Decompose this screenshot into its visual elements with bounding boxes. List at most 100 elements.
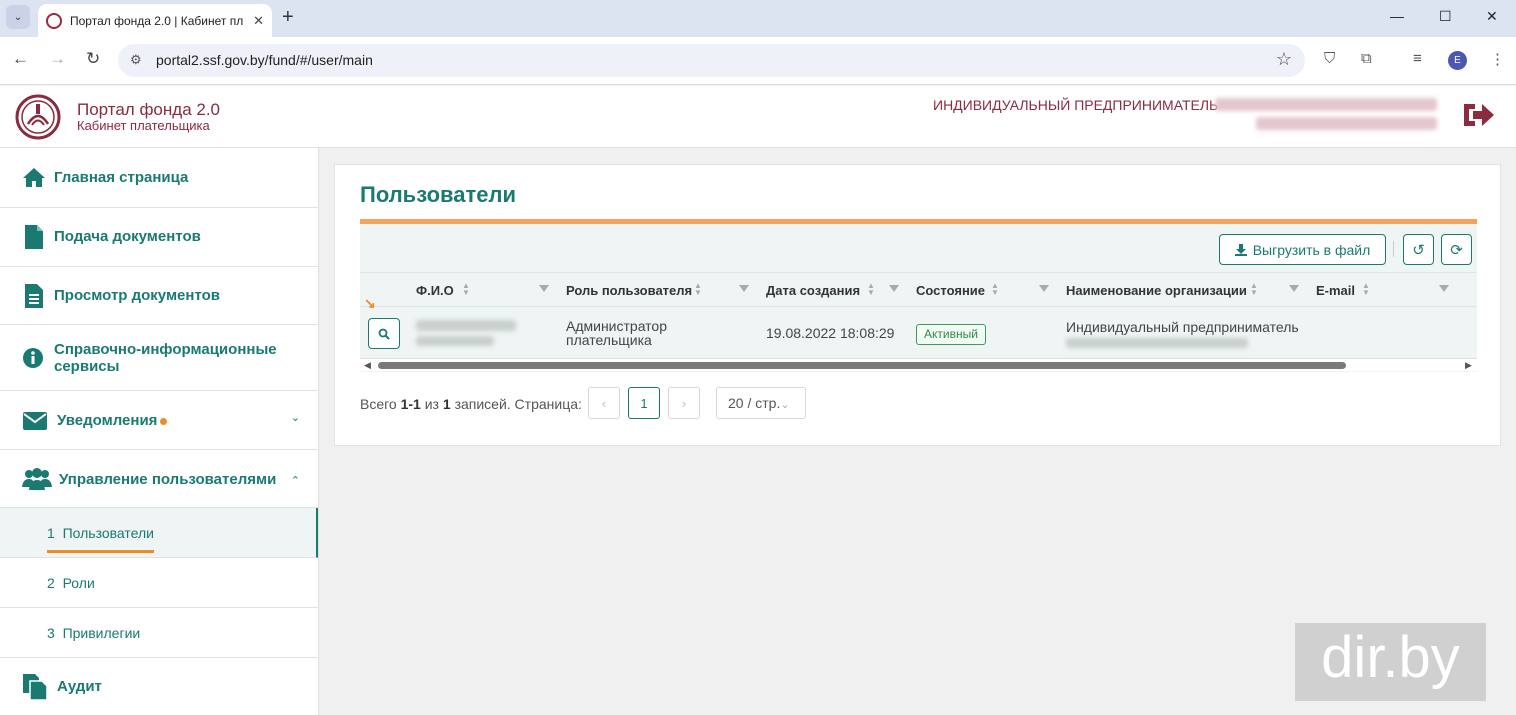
bookmark-star-icon[interactable]: ☆ (1276, 49, 1292, 70)
chevron-right-icon: › (681, 395, 687, 411)
active-underline (47, 550, 154, 553)
minimize-button[interactable]: — (1390, 8, 1404, 24)
chevron-down-icon[interactable]: ⌄ (291, 411, 300, 424)
filter-icon[interactable] (889, 285, 899, 292)
sort-icon[interactable]: ▲ ▼ (462, 282, 470, 297)
pager-total: 1 (442, 396, 451, 412)
filter-icon[interactable] (739, 285, 749, 292)
close-tab-icon[interactable]: ✕ (253, 13, 264, 29)
column-header-email[interactable]: E-mail (1316, 283, 1355, 298)
url-text[interactable]: portal2.ssf.gov.by/fund/#/user/main (156, 52, 373, 68)
logout-icon[interactable] (1460, 98, 1496, 132)
scroll-left-icon[interactable]: ◀ (364, 360, 371, 371)
table-row[interactable]: ↘ Администратор плательщика 19.08.2022 1… (360, 295, 1477, 359)
redacted-fio (416, 320, 516, 331)
next-page-button[interactable]: › (668, 387, 700, 419)
new-tab-button[interactable]: + (282, 6, 294, 28)
pager-prefix: Всего (360, 396, 397, 412)
export-button-label: Выгрузить в файл (1252, 241, 1371, 258)
profile-avatar[interactable]: E (1448, 51, 1467, 70)
envelope-icon (23, 412, 47, 430)
filter-icon[interactable] (1439, 285, 1449, 292)
redacted-user-short (1256, 117, 1437, 130)
browser-tab[interactable]: Портал фонда 2.0 | Кабинет пл ✕ (38, 4, 272, 37)
subitem-number: 2 (47, 575, 55, 591)
document-text-icon (25, 284, 43, 308)
sidebar-item-info-services[interactable]: Справочно-информационные сервисы (0, 325, 318, 391)
pointer-arrow-annotation: ↘ (364, 295, 376, 311)
subitem-number: 3 (47, 625, 55, 641)
page-button-current[interactable]: 1 (628, 387, 660, 419)
sort-icon[interactable]: ▲ ▼ (991, 282, 999, 297)
sidebar-item-submit-documents[interactable]: Подача документов (0, 208, 318, 267)
pager-of: из (424, 396, 439, 412)
sidebar-item-label: Управление пользователями (59, 471, 277, 488)
status-badge: Активный (916, 324, 986, 345)
prev-page-button[interactable]: ‹ (588, 387, 620, 419)
view-user-button[interactable] (368, 318, 400, 349)
sort-icon[interactable]: ▲ ▼ (694, 282, 702, 297)
redacted-fio (416, 336, 494, 346)
refresh-button[interactable]: ⟳ (1441, 234, 1472, 265)
filter-icon[interactable] (539, 285, 549, 292)
sidebar-subitem-users[interactable]: 1 Пользователи (0, 508, 318, 558)
fund-logo-icon (15, 94, 61, 140)
tab-search-button[interactable]: ⌄ (6, 5, 30, 29)
filter-icon[interactable] (1289, 285, 1299, 292)
users-grid: Выгрузить в файл ↺ ⟳ Ф.И.О ▲ ▼ Роль польз… (360, 219, 1477, 372)
address-bar[interactable]: ⚙ portal2.ssf.gov.by/fund/#/user/main ☆ (118, 44, 1305, 77)
page-size-select[interactable]: 20 / стр.⌄ (716, 387, 806, 419)
reload-icon[interactable]: ↻ (86, 49, 100, 69)
copy-icon (23, 674, 48, 701)
tab-title: Портал фонда 2.0 | Кабинет пл (70, 13, 244, 28)
page-size-value: 20 / стр. (728, 395, 781, 411)
chevron-up-icon[interactable]: ⌃ (291, 474, 300, 487)
home-icon (23, 168, 45, 187)
sidebar-subitem-privileges[interactable]: 3 Привилегии (0, 608, 318, 658)
column-header-created[interactable]: Дата создания (766, 283, 860, 298)
info-icon (23, 348, 43, 368)
pagination-summary: Всего 1-1 из 1 записей. Страница: (360, 396, 582, 412)
scroll-right-icon[interactable]: ▶ (1465, 360, 1472, 371)
sidebar-subitem-label: 3 Привилегии (47, 625, 140, 641)
subitem-text: Роли (62, 575, 95, 591)
undo-icon: ↺ (1412, 241, 1425, 259)
maximize-button[interactable]: ☐ (1439, 8, 1452, 25)
back-arrow-icon[interactable]: ← (12, 49, 29, 69)
export-to-file-button[interactable]: Выгрузить в файл (1219, 234, 1386, 265)
more-menu-icon[interactable]: ⋮ (1490, 50, 1505, 68)
column-header-organization[interactable]: Наименование организации (1066, 283, 1247, 298)
redacted-user-name (1215, 98, 1437, 111)
download-icon (1234, 243, 1247, 256)
sidebar-item-notifications[interactable]: Уведомления ⌄ (0, 391, 318, 450)
shield-icon[interactable]: ⛉ (1324, 50, 1335, 67)
sidebar-subitem-roles[interactable]: 2 Роли (0, 558, 318, 608)
browser-toolbar: ← → ↻ ⚙ portal2.ssf.gov.by/fund/#/user/m… (0, 37, 1516, 85)
filter-icon[interactable] (1039, 285, 1049, 292)
sort-icon[interactable]: ▲ ▼ (867, 282, 875, 297)
extensions-icon[interactable]: ⧉ (1361, 50, 1372, 67)
sidebar-item-user-management[interactable]: Управление пользователями ⌃ (0, 450, 318, 508)
forward-arrow-icon[interactable]: → (49, 49, 66, 69)
horizontal-scrollbar[interactable]: ◀ ▶ (360, 359, 1477, 371)
favicon-icon (46, 12, 62, 29)
scrollbar-thumb[interactable] (378, 362, 1346, 369)
column-header-role[interactable]: Роль пользователя (566, 283, 692, 298)
sidebar-item-label: Аудит (57, 678, 102, 695)
sidebar-item-view-documents[interactable]: Просмотр документов (0, 267, 318, 325)
sort-icon[interactable]: ▲ ▼ (1250, 282, 1258, 297)
undo-button[interactable]: ↺ (1403, 234, 1434, 265)
close-window-button[interactable]: ✕ (1486, 8, 1498, 25)
column-header-status[interactable]: Состояние (916, 283, 985, 298)
pager-suffix: записей. Страница: (454, 396, 582, 412)
column-header-fio[interactable]: Ф.И.О (416, 283, 454, 298)
sidebar-item-label: Уведомления (57, 412, 158, 429)
page-header: Портал фонда 2.0 Кабинет плательщика ИНД… (0, 86, 1516, 148)
sort-icon[interactable]: ▲ ▼ (1362, 282, 1370, 297)
site-settings-icon[interactable]: ⚙ (130, 52, 142, 68)
document-icon (25, 225, 43, 249)
media-control-icon[interactable]: ≡ (1413, 50, 1422, 67)
sidebar-item-home[interactable]: Главная страница (0, 148, 318, 208)
sidebar-item-audit[interactable]: Аудит (0, 658, 318, 715)
chevron-left-icon: ‹ (601, 395, 607, 411)
